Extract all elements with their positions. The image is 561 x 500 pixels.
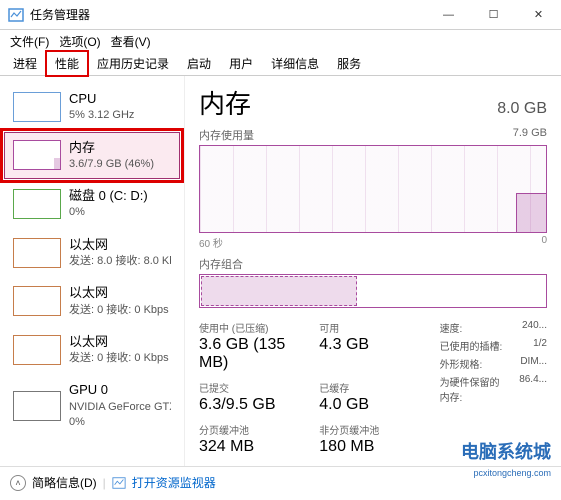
speed-label: 速度: bbox=[440, 320, 463, 335]
gpu-thumb-icon bbox=[13, 391, 61, 421]
eth3-sub: 发送: 0 接收: 0 Kbps bbox=[69, 351, 169, 366]
form-label: 外形规格: bbox=[440, 356, 483, 371]
mem-sub: 3.6/7.9 GB (46%) bbox=[69, 157, 154, 172]
usage-max: 7.9 GB bbox=[513, 127, 547, 143]
gpu-sub: NVIDIA GeForce GTX ... bbox=[69, 400, 171, 415]
sidebar-item-disk[interactable]: 磁盘 0 (C: D:)0% bbox=[4, 180, 180, 228]
inuse-label: 使用中 (已压缩) bbox=[199, 320, 301, 335]
specs: 速度: 240... 已使用的插槽: 1/2 外形规格: DIM... 为硬件保留的内… bbox=[440, 320, 547, 456]
usage-label: 内存使用量 bbox=[199, 127, 254, 143]
speed-val: 240... bbox=[522, 320, 547, 335]
eth1-title: 以太网 bbox=[69, 236, 171, 254]
detail-capacity: 8.0 GB bbox=[497, 100, 547, 118]
sidebar-item-memory[interactable]: 内存3.6/7.9 GB (46%) bbox=[4, 132, 180, 180]
slots-label: 已使用的插槽: bbox=[440, 338, 503, 353]
reserved-label: 为硬件保留的内存: bbox=[440, 374, 506, 404]
cached-val: 4.0 GB bbox=[319, 396, 421, 414]
committed-label: 已提交 bbox=[199, 380, 301, 395]
memory-usage-chart bbox=[199, 145, 547, 233]
eth-thumb-icon bbox=[13, 286, 61, 316]
close-button[interactable]: ✕ bbox=[516, 0, 561, 30]
mem-thumb-icon bbox=[13, 140, 61, 170]
tab-users[interactable]: 用户 bbox=[220, 51, 262, 76]
detail-panel: 内存 8.0 GB 内存使用量 7.9 GB 60 秒 0 内存组合 使用中 (已压… bbox=[185, 76, 561, 466]
minimize-button[interactable]: — bbox=[426, 0, 471, 30]
watermark: 电脑系统城 bbox=[461, 438, 551, 464]
gpu-title: GPU 0 bbox=[69, 381, 171, 399]
disk-sub: 0% bbox=[69, 205, 148, 220]
tab-details[interactable]: 详细信息 bbox=[262, 51, 328, 76]
tab-processes[interactable]: 进程 bbox=[4, 51, 46, 76]
titlebar: 任务管理器 — ☐ ✕ bbox=[0, 0, 561, 30]
menu-options[interactable]: 选项(O) bbox=[55, 31, 104, 52]
tabbar: 进程 性能 应用历史记录 启动 用户 详细信息 服务 bbox=[0, 52, 561, 76]
paged-label: 分页缓冲池 bbox=[199, 422, 301, 437]
watermark-sub: pcxitongcheng.com bbox=[473, 468, 551, 478]
sidebar-item-eth2[interactable]: 以太网发送: 0 接收: 0 Kbps bbox=[4, 277, 180, 325]
window-title: 任务管理器 bbox=[30, 6, 426, 23]
paged-val: 324 MB bbox=[199, 438, 301, 456]
eth-thumb-icon bbox=[13, 238, 61, 268]
cached-label: 已缓存 bbox=[319, 380, 421, 395]
cpu-sub: 5% 3.12 GHz bbox=[69, 108, 134, 123]
inuse-val: 3.6 GB (135 MB) bbox=[199, 336, 301, 372]
avail-label: 可用 bbox=[319, 320, 421, 335]
cpu-thumb-icon bbox=[13, 92, 61, 122]
comp-label: 内存组合 bbox=[199, 256, 243, 272]
sidebar-item-eth1[interactable]: 以太网发送: 8.0 接收: 8.0 Kbps bbox=[4, 229, 180, 277]
avail-val: 4.3 GB bbox=[319, 336, 421, 354]
slots-val: 1/2 bbox=[533, 338, 547, 353]
axis-right: 0 bbox=[541, 235, 547, 250]
eth-thumb-icon bbox=[13, 335, 61, 365]
memory-composition-chart bbox=[199, 274, 547, 308]
sidebar: CPU5% 3.12 GHz 内存3.6/7.9 GB (46%) 磁盘 0 (… bbox=[0, 76, 185, 466]
mem-title: 内存 bbox=[69, 139, 154, 157]
form-val: DIM... bbox=[520, 356, 547, 371]
nonpaged-val: 180 MB bbox=[319, 438, 421, 456]
menu-view[interactable]: 查看(V) bbox=[107, 31, 155, 52]
menubar: 文件(F) 选项(O) 查看(V) bbox=[0, 30, 561, 52]
disk-title: 磁盘 0 (C: D:) bbox=[69, 187, 148, 205]
chevron-up-icon[interactable]: ˄ bbox=[10, 475, 26, 491]
gpu-sub2: 0% bbox=[69, 415, 171, 430]
resmon-icon bbox=[112, 476, 126, 490]
axis-left: 60 秒 bbox=[199, 235, 223, 250]
eth3-title: 以太网 bbox=[69, 333, 169, 351]
cpu-title: CPU bbox=[69, 90, 134, 108]
sidebar-item-cpu[interactable]: CPU5% 3.12 GHz bbox=[4, 83, 180, 131]
tab-history[interactable]: 应用历史记录 bbox=[88, 51, 178, 76]
maximize-button[interactable]: ☐ bbox=[471, 0, 516, 30]
tab-startup[interactable]: 启动 bbox=[178, 51, 220, 76]
less-details-link[interactable]: 简略信息(D) bbox=[32, 474, 97, 491]
tab-services[interactable]: 服务 bbox=[328, 51, 370, 76]
sidebar-item-eth3[interactable]: 以太网发送: 0 接收: 0 Kbps bbox=[4, 326, 180, 374]
eth1-sub: 发送: 8.0 接收: 8.0 Kbps bbox=[69, 254, 171, 269]
sidebar-item-gpu[interactable]: GPU 0NVIDIA GeForce GTX ...0% bbox=[4, 374, 180, 437]
nonpaged-label: 非分页缓冲池 bbox=[319, 422, 421, 437]
taskmgr-icon bbox=[8, 7, 24, 23]
disk-thumb-icon bbox=[13, 189, 61, 219]
eth2-sub: 发送: 0 接收: 0 Kbps bbox=[69, 303, 169, 318]
tab-performance[interactable]: 性能 bbox=[46, 51, 88, 76]
open-resmon-link[interactable]: 打开资源监视器 bbox=[132, 474, 216, 491]
eth2-title: 以太网 bbox=[69, 284, 169, 302]
detail-title: 内存 bbox=[199, 84, 251, 121]
menu-file[interactable]: 文件(F) bbox=[6, 31, 53, 52]
committed-val: 6.3/9.5 GB bbox=[199, 396, 301, 414]
reserved-val: 86.4... bbox=[519, 374, 547, 404]
